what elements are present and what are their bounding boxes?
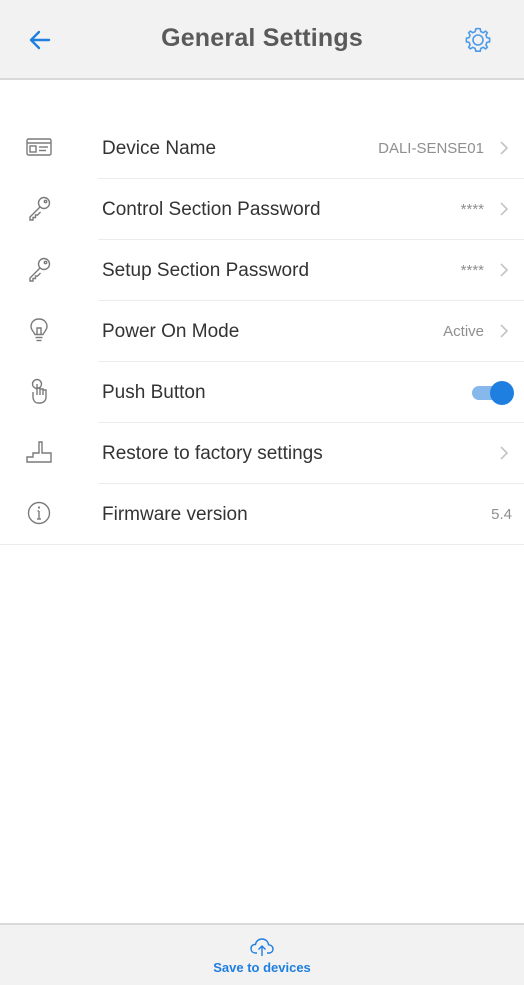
power-on-mode-row[interactable]: Power On Mode Active: [0, 301, 524, 362]
save-to-devices-label: Save to devices: [213, 959, 311, 975]
hand-press-icon: [24, 376, 54, 406]
page-title: General Settings: [161, 24, 363, 52]
control-password-row[interactable]: Control Section Password ****: [0, 179, 524, 240]
chevron-right-icon: [494, 443, 514, 463]
gear-icon: [465, 27, 491, 52]
divider: [0, 544, 524, 545]
setup-password-row[interactable]: Setup Section Password ****: [0, 240, 524, 301]
id-card-icon: [24, 132, 54, 162]
firmware-version-value: 5.4: [491, 506, 512, 523]
header-bar: General Settings: [0, 0, 524, 80]
key-icon: [24, 254, 54, 284]
row-label: Push Button: [102, 382, 206, 403]
lightbulb-icon: [24, 315, 54, 345]
chevron-right-icon: [494, 199, 514, 219]
save-to-devices-button[interactable]: Save to devices: [0, 923, 524, 985]
general-settings-screen: General Settings Device Name DALI-SENSE0…: [0, 0, 524, 985]
push-button-row: Push Button: [0, 362, 524, 423]
row-value: ****: [460, 201, 484, 218]
row-value: DALI-SENSE01: [378, 140, 484, 157]
firmware-version-row: Firmware version 5.4: [0, 484, 524, 545]
cloud-upload-icon: [250, 937, 274, 956]
factory-restore-row[interactable]: Restore to factory settings: [0, 423, 524, 484]
settings-button[interactable]: [460, 22, 496, 58]
key-icon: [24, 193, 54, 223]
factory-reset-icon: [24, 437, 54, 467]
row-label: Restore to factory settings: [102, 443, 323, 464]
toggle-knob: [490, 381, 514, 405]
device-name-row[interactable]: Device Name DALI-SENSE01: [0, 118, 524, 179]
push-button-toggle[interactable]: [464, 381, 514, 405]
row-label: Control Section Password: [102, 199, 321, 220]
row-label: Power On Mode: [102, 321, 240, 342]
row-value: ****: [460, 262, 484, 279]
row-label: Device Name: [102, 138, 217, 159]
info-icon: [24, 498, 54, 528]
settings-list: Device Name DALI-SENSE01 Control Section…: [0, 118, 524, 545]
row-label: Setup Section Password: [102, 260, 310, 281]
chevron-right-icon: [494, 321, 514, 341]
chevron-right-icon: [494, 138, 514, 158]
row-value: Active: [443, 323, 484, 340]
chevron-right-icon: [494, 260, 514, 280]
row-label: Firmware version: [102, 504, 248, 525]
